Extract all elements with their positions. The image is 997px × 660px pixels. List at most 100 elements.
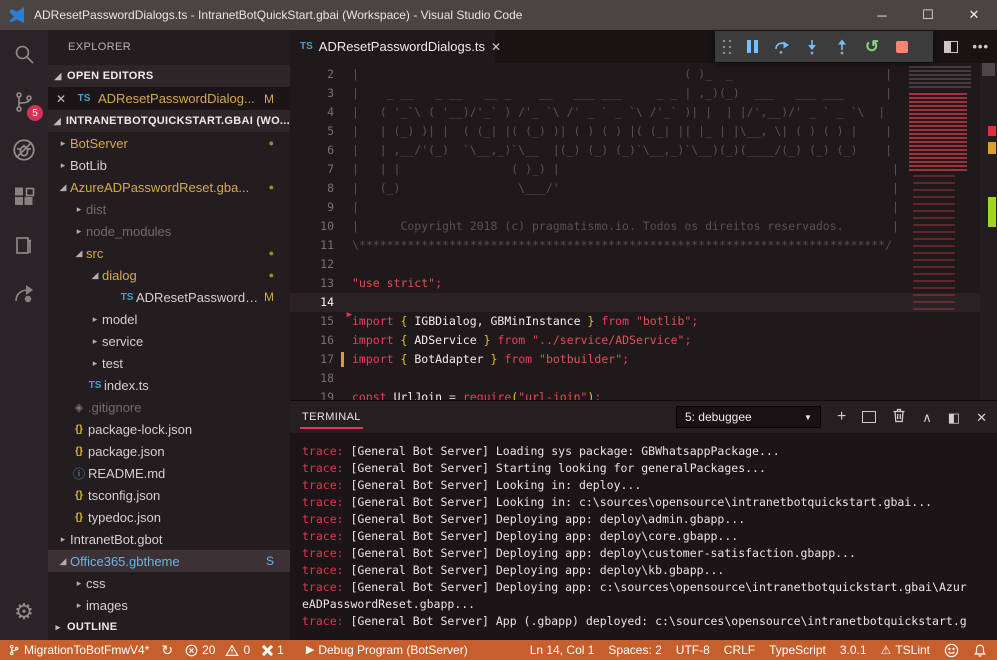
- tree-item-node-modules[interactable]: ▸node_modules: [48, 220, 290, 242]
- scrollbar-thumb[interactable]: [982, 63, 995, 76]
- code-line-4[interactable]: | ( '_`\ ( '__)/'_` ) /'_ `\ /' _ ` _ `\…: [352, 103, 997, 122]
- ts-version-status[interactable]: 3.0.1: [840, 643, 867, 657]
- maximize-panel-icon[interactable]: ∧: [922, 411, 932, 424]
- more-actions-icon[interactable]: •••: [972, 39, 989, 54]
- tree-item--gitignore[interactable]: ◈.gitignore: [48, 396, 290, 418]
- settings-gear-icon[interactable]: ⚙: [0, 594, 48, 630]
- code-line-18[interactable]: [352, 369, 997, 388]
- tree-item-src[interactable]: ◢src●: [48, 242, 290, 264]
- maximize-button[interactable]: ☐: [905, 0, 951, 30]
- step-out-button[interactable]: [829, 34, 855, 60]
- line-number-12[interactable]: 12: [290, 255, 352, 274]
- terminal-tab[interactable]: TERMINAL: [300, 405, 363, 429]
- tree-item-package-lock-json[interactable]: {}package-lock.json: [48, 418, 290, 440]
- minimize-button[interactable]: ─: [859, 0, 905, 30]
- new-terminal-icon[interactable]: +: [837, 409, 846, 425]
- line-number-8[interactable]: 8: [290, 179, 352, 198]
- code-line-10[interactable]: | Copyright 2018 (c) pragmatismo.io. Tod…: [352, 217, 997, 236]
- code-line-15[interactable]: import { IGBDialog, GBMinInstance } from…: [352, 312, 997, 331]
- notifications-bell-icon[interactable]: [973, 643, 987, 658]
- language-status[interactable]: TypeScript: [769, 643, 826, 657]
- line-number-18[interactable]: 18: [290, 369, 352, 388]
- code-line-6[interactable]: | | ,__/'(_) `\__,_)`\__ |(_) (_) (_)`\_…: [352, 141, 997, 160]
- code-line-2[interactable]: | ( )_ _ |: [352, 65, 997, 84]
- outline-header[interactable]: ▸ OUTLINE: [48, 616, 290, 638]
- line-number-13[interactable]: 13: [290, 274, 352, 293]
- tslint-status[interactable]: ⚠ TSLint: [881, 643, 930, 657]
- line-number-14[interactable]: 14: [290, 293, 352, 312]
- eol-status[interactable]: CRLF: [724, 643, 755, 657]
- code-line-17[interactable]: import { BotAdapter } from "botbuilder";: [352, 350, 997, 369]
- code-line-12[interactable]: [352, 255, 997, 274]
- tree-item-index-ts[interactable]: TSindex.ts: [48, 374, 290, 396]
- code-line-11[interactable]: \***************************************…: [352, 236, 997, 255]
- pause-button[interactable]: [739, 34, 765, 60]
- split-terminal-icon[interactable]: [862, 411, 876, 423]
- cursor-position-status[interactable]: Ln 14, Col 1: [530, 643, 595, 657]
- sync-status[interactable]: ↻: [161, 643, 173, 657]
- tree-item-intranetbot-gbot[interactable]: ▸IntranetBot.gbot: [48, 528, 290, 550]
- tree-item-botlib[interactable]: ▸BotLib: [48, 154, 290, 176]
- minimap[interactable]: [905, 63, 980, 400]
- line-number-11[interactable]: 11: [290, 236, 352, 255]
- share-icon[interactable]: [0, 270, 48, 318]
- line-number-9[interactable]: 9: [290, 198, 352, 217]
- code-line-19[interactable]: const UrlJoin = require("url-join");: [352, 388, 997, 400]
- open-editors-header[interactable]: ◢ OPEN EDITORS: [48, 65, 290, 87]
- line-number-5[interactable]: 5: [290, 122, 352, 141]
- line-number-15[interactable]: 15▶: [290, 312, 352, 331]
- terminal-output[interactable]: trace: [General Bot Server] Loading sys …: [290, 433, 997, 641]
- tab-adresetpassworddialogs[interactable]: TS ADResetPasswordDialogs.ts ✕: [290, 30, 495, 63]
- tree-item-typedoc-json[interactable]: {}typedoc.json: [48, 506, 290, 528]
- code-line-14[interactable]: [352, 293, 997, 312]
- tree-item-tsconfig-json[interactable]: {}tsconfig.json: [48, 484, 290, 506]
- tree-item-model[interactable]: ▸model: [48, 308, 290, 330]
- close-panel-icon[interactable]: ✕: [976, 411, 987, 424]
- line-number-7[interactable]: 7: [290, 160, 352, 179]
- tree-item-azureadpasswordreset-gba-[interactable]: ◢AzureADPasswordReset.gba...●: [48, 176, 290, 198]
- line-number-17[interactable]: 17: [290, 350, 352, 369]
- code-line-13[interactable]: "use strict";: [352, 274, 997, 293]
- source-control-icon[interactable]: 5: [0, 78, 48, 126]
- workspace-header[interactable]: ◢ INTRANETBOTQUICKSTART.GBAI (WO...: [48, 110, 290, 132]
- code-editor[interactable]: 23456789101112131415▶16171819 | ( )_ _ |…: [290, 63, 997, 400]
- step-into-button[interactable]: [799, 34, 825, 60]
- tree-item-adresetpassworddial-[interactable]: TSADResetPasswordDial...M: [48, 286, 290, 308]
- code-line-5[interactable]: | | (_) )| | ( (_| |( (_) )| ( ) ( ) |( …: [352, 122, 997, 141]
- documents-icon[interactable]: [0, 222, 48, 270]
- code-line-3[interactable]: | _ __ _ __ __ _ __ ___ ___ _ _ | ,_)(_)…: [352, 84, 997, 103]
- tree-item-package-json[interactable]: {}package.json: [48, 440, 290, 462]
- line-number-3[interactable]: 3: [290, 84, 352, 103]
- code-line-8[interactable]: | (_) \___/' |: [352, 179, 997, 198]
- extensions-icon[interactable]: [0, 174, 48, 222]
- feedback-smiley-icon[interactable]: [944, 643, 959, 658]
- debug-icon[interactable]: [0, 126, 48, 174]
- problems-status[interactable]: 20 0: [185, 643, 250, 657]
- tree-item-images[interactable]: ▸images: [48, 594, 290, 616]
- search-icon[interactable]: [0, 30, 48, 78]
- line-number-4[interactable]: 4: [290, 103, 352, 122]
- line-number-6[interactable]: 6: [290, 141, 352, 160]
- panel-position-icon[interactable]: ◧: [948, 411, 960, 424]
- open-editor-item[interactable]: ✕TSADResetPasswordDialog...M: [48, 87, 290, 110]
- line-number-10[interactable]: 10: [290, 217, 352, 236]
- tree-item-dialog[interactable]: ◢dialog●: [48, 264, 290, 286]
- kill-terminal-icon[interactable]: [892, 408, 906, 426]
- tree-item-botserver[interactable]: ▸BotServer●: [48, 132, 290, 154]
- split-editor-icon[interactable]: [944, 41, 958, 53]
- indentation-status[interactable]: Spaces: 2: [608, 643, 661, 657]
- tree-item-office365-gbtheme[interactable]: ◢Office365.gbthemeS: [48, 550, 290, 572]
- code-line-16[interactable]: import { ADService } from "../service/AD…: [352, 331, 997, 350]
- stop-button[interactable]: [889, 34, 915, 60]
- tab-close-icon[interactable]: ✕: [491, 40, 501, 54]
- encoding-status[interactable]: UTF-8: [676, 643, 710, 657]
- restart-button[interactable]: ↺: [859, 34, 885, 60]
- drag-handle-icon[interactable]: [721, 38, 733, 56]
- line-number-16[interactable]: 16: [290, 331, 352, 350]
- tree-item-dist[interactable]: ▸dist: [48, 198, 290, 220]
- code-line-7[interactable]: | | | ( )_) | |: [352, 160, 997, 179]
- debug-launch-status[interactable]: ▶ Debug Program (BotServer): [306, 643, 468, 657]
- terminal-dropdown[interactable]: 5: debuggee ▼: [676, 406, 821, 428]
- line-number-2[interactable]: 2: [290, 65, 352, 84]
- tasks-status[interactable]: 1: [262, 643, 284, 657]
